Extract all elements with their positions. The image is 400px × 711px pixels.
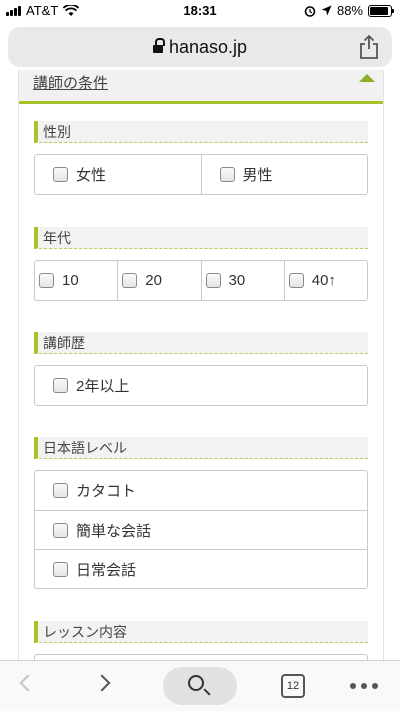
option-age-40-plus[interactable]: 40↑: [283, 261, 367, 300]
gender-group: 性別 女性 男性: [34, 121, 368, 195]
checkbox[interactable]: [53, 483, 68, 498]
option-label: 日常会話: [76, 561, 137, 579]
url-display[interactable]: hanaso.jp: [8, 37, 392, 58]
checkbox[interactable]: [53, 378, 68, 393]
checkbox[interactable]: [39, 273, 54, 288]
experience-title: 講師歴: [34, 332, 368, 354]
japanese-level-title: 日本語レベル: [34, 437, 368, 459]
conditions-header[interactable]: 講師の条件: [19, 70, 383, 104]
age-options: 10 20 30 40↑: [34, 260, 368, 301]
option-katakoto[interactable]: カタコト: [35, 471, 367, 510]
status-bar: AT&T 18:31 88%: [0, 0, 400, 22]
option-two-years-plus[interactable]: 2年以上: [35, 366, 367, 405]
lesson-content-title: レッスン内容: [34, 621, 368, 643]
lesson-content-group: レッスン内容: [34, 621, 368, 660]
option-simple-conversation[interactable]: 簡単な会話: [35, 510, 367, 549]
address-bar[interactable]: hanaso.jp: [8, 27, 392, 67]
option-age-10[interactable]: 10: [35, 261, 117, 300]
tabs-button[interactable]: 12: [281, 674, 305, 698]
checkbox[interactable]: [219, 167, 235, 182]
option-male[interactable]: 男性: [200, 155, 368, 194]
option-label: 男性: [242, 167, 273, 184]
conditions-title[interactable]: 講師の条件: [33, 72, 108, 93]
gender-title: 性別: [34, 121, 368, 143]
lock-icon: [152, 38, 165, 54]
age-group: 年代 10 20 30 40↑: [34, 227, 368, 301]
option-female[interactable]: 女性: [35, 155, 201, 194]
page-content: 講師の条件 性別 女性 男性 年代 10 20 30 40↑ 講師歴 2年以上 …: [18, 70, 384, 660]
japanese-level-group: 日本語レベル カタコト 簡単な会話 日常会話: [34, 437, 368, 589]
japanese-level-options: カタコト 簡単な会話 日常会話: [34, 470, 368, 589]
alarm-icon: [304, 5, 316, 17]
gender-options: 女性 男性: [34, 154, 368, 195]
checkbox[interactable]: [53, 522, 68, 538]
option-label: 簡単な会話: [76, 522, 152, 540]
option-label: カタコト: [76, 483, 137, 500]
checkbox[interactable]: [122, 273, 138, 288]
chevron-left-icon[interactable]: [19, 674, 37, 692]
status-right: 88%: [304, 3, 394, 18]
share-icon[interactable]: [358, 34, 380, 60]
triangle-up-icon[interactable]: [359, 74, 375, 82]
option-label: 30: [228, 272, 246, 289]
battery-fill: [370, 6, 388, 15]
url-label: hanaso.jp: [168, 37, 248, 57]
age-title: 年代: [34, 227, 368, 249]
checkbox[interactable]: [288, 273, 304, 288]
battery-icon: [368, 4, 394, 17]
experience-options: 2年以上: [34, 365, 368, 406]
option-age-20[interactable]: 20: [117, 261, 200, 300]
experience-group: 講師歴 2年以上: [34, 332, 368, 406]
browser-toolbar: 12: [0, 660, 400, 711]
option-daily-conversation[interactable]: 日常会話: [35, 549, 367, 588]
search-icon: [188, 675, 204, 691]
option-label: 20: [145, 272, 162, 289]
checkbox[interactable]: [53, 167, 68, 182]
option-label: 2年以上: [76, 378, 130, 395]
checkbox[interactable]: [53, 561, 68, 577]
chevron-right-icon[interactable]: [93, 674, 111, 692]
more-icon[interactable]: [350, 683, 378, 689]
option-label: 10: [62, 272, 79, 289]
checkbox[interactable]: [205, 273, 221, 288]
option-label: 女性: [76, 167, 107, 184]
option-label: 40↑: [311, 272, 336, 289]
location-icon: [321, 5, 332, 16]
option-age-30[interactable]: 30: [200, 261, 284, 300]
battery-label: 88%: [336, 3, 363, 18]
search-button[interactable]: [163, 667, 237, 705]
